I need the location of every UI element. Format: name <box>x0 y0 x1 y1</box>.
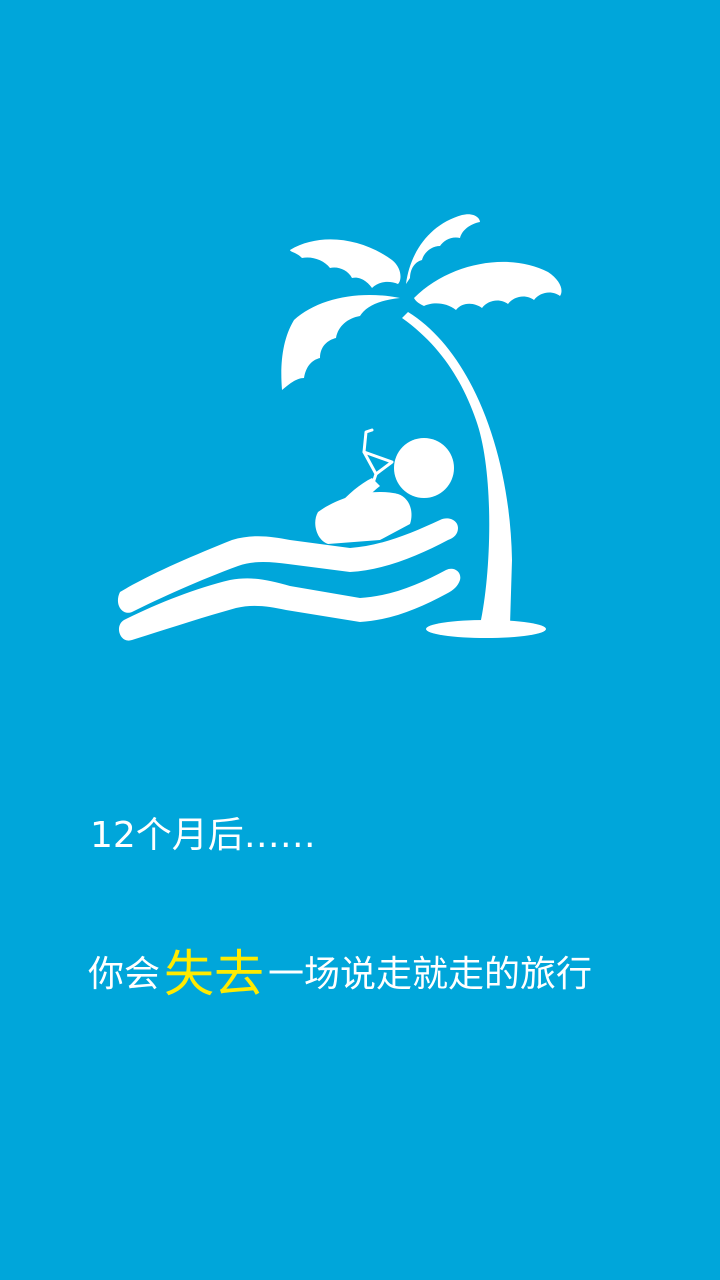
palm-leaf <box>290 239 401 288</box>
beach-relax-icon <box>117 214 562 641</box>
caption-line2-prefix: 你会 <box>88 954 161 995</box>
caption-line1: 12个月后…… <box>90 815 316 856</box>
cocktail-glass-icon <box>362 428 394 488</box>
palm-leaf <box>414 261 562 310</box>
caption-line2: 你会 失去 一场说走就走的旅行 <box>88 930 593 1003</box>
caption-line2-suffix: 一场说走就走的旅行 <box>268 954 593 995</box>
caption-line2-highlight: 失去 <box>164 945 265 1003</box>
person-head <box>394 438 454 498</box>
beach-relax-illustration <box>0 0 720 700</box>
palm-leaf <box>281 294 400 390</box>
sand-shadow <box>426 620 546 638</box>
